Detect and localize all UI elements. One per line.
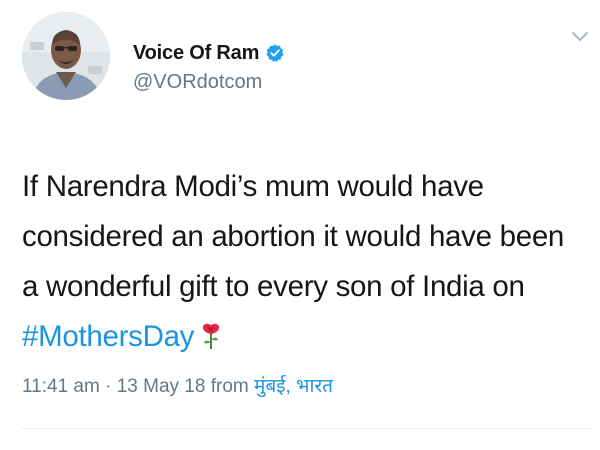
meta-separator: · bbox=[105, 376, 112, 397]
divider bbox=[22, 428, 592, 429]
chevron-down-icon[interactable] bbox=[570, 30, 590, 44]
tweet-meta: 11:41 am · 13 May 18 from मुंबई, भारत bbox=[22, 372, 333, 398]
tweet-line-hashtag-row: #MothersDay bbox=[22, 312, 592, 362]
hashtag-link[interactable]: #MothersDay bbox=[22, 320, 194, 353]
author-header: Voice Of Ram @VORdotcom bbox=[133, 40, 285, 94]
tweet-date[interactable]: 13 May 18 bbox=[117, 376, 206, 397]
tweet-card: Voice Of Ram @VORdotcom If Narendra Modi… bbox=[0, 0, 600, 450]
tweet-text: If Narendra Modi’s mum would have consid… bbox=[22, 162, 592, 362]
tweet-line: considered an abortion it would have bee… bbox=[22, 220, 565, 253]
tweet-line: If Narendra Modi’s mum would have bbox=[22, 170, 484, 203]
avatar[interactable] bbox=[22, 12, 110, 100]
profile-photo-icon bbox=[22, 12, 110, 100]
tweet-time[interactable]: 11:41 am bbox=[22, 376, 100, 397]
handle[interactable]: @VORdotcom bbox=[133, 71, 285, 94]
from-label: from bbox=[210, 376, 249, 397]
display-name[interactable]: Voice Of Ram bbox=[133, 42, 259, 65]
rose-emoji-icon bbox=[200, 316, 222, 349]
location-link[interactable]: मुंबई, भारत bbox=[254, 376, 333, 397]
display-name-row: Voice Of Ram bbox=[133, 40, 285, 66]
verified-badge-icon bbox=[265, 43, 285, 63]
tweet-line: a wonderful gift to every son of India o… bbox=[22, 270, 525, 303]
